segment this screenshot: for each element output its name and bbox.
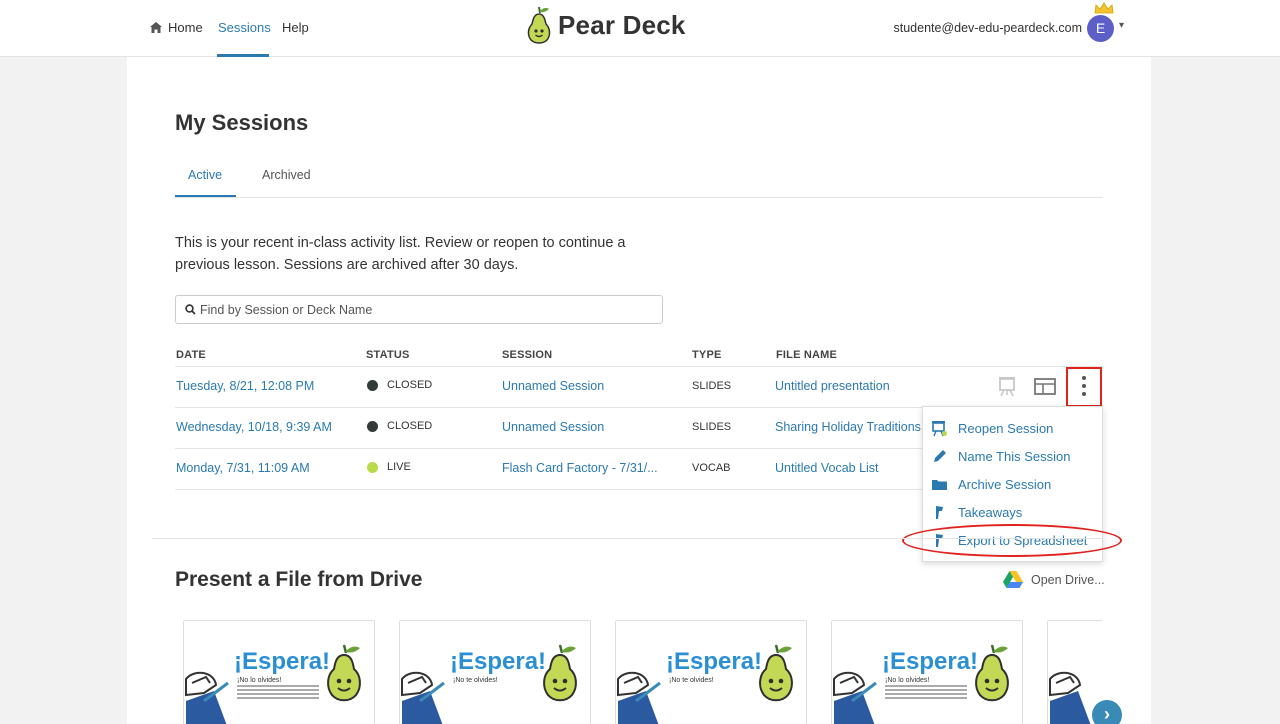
user-email[interactable]: studente@dev-edu-peardeck.com: [894, 21, 1083, 35]
carousel-next-button[interactable]: ›: [1092, 700, 1122, 724]
pear-logo-icon: [527, 6, 551, 44]
status-dot: [367, 379, 378, 391]
thumbnail-content: ¡Espera! ¡No te olvides!: [616, 621, 806, 724]
row-1-session[interactable]: Unnamed Session: [502, 379, 604, 393]
presentation-icon: [931, 420, 948, 437]
row-3-type: VOCAB: [692, 462, 731, 474]
pencil-icon: [931, 448, 948, 465]
column-header-session: SESSION: [502, 349, 553, 361]
pear-character-icon: [185, 671, 229, 724]
thumbnail-fine-print: [237, 685, 319, 705]
avatar[interactable]: E: [1087, 15, 1114, 42]
row-2-file-name[interactable]: Sharing Holiday Traditions: [775, 420, 922, 434]
open-drive-label: Open Drive...: [1031, 572, 1105, 587]
thumbnail-fine-print: [885, 685, 967, 705]
logo-text: Pear Deck: [558, 9, 686, 40]
tab-divider: [175, 197, 1103, 198]
chevron-down-icon[interactable]: ▾: [1119, 20, 1124, 31]
pear-character-icon: [401, 671, 445, 724]
thumbnail-subheading: ¡No te olvides!: [453, 677, 498, 684]
thumbnail-subheading: ¡No lo olvides!: [885, 677, 930, 684]
thumbnail-heading: ¡Espera!: [234, 648, 331, 675]
search-field[interactable]: [175, 295, 663, 324]
nav-sessions-link[interactable]: Sessions: [218, 20, 271, 35]
column-header-status: STATUS: [366, 349, 410, 361]
thumbnail-content: ¡Espera! ¡No lo olvides!: [184, 621, 374, 724]
pear-deck-logo[interactable]: Pear Deck: [526, 5, 686, 45]
row-2-status-label: CLOSED: [387, 420, 433, 432]
row-3-status: LIVE: [367, 461, 411, 473]
row-1-status: CLOSED: [367, 379, 432, 391]
pear-icon: [327, 644, 361, 702]
section-divider: [152, 538, 1103, 539]
row-3-session[interactable]: Flash Card Factory - 7/31/...: [502, 461, 658, 475]
row-1-file-name[interactable]: Untitled presentation: [775, 379, 890, 393]
thumbnail-subheading: ¡No te olvides!: [669, 677, 714, 684]
drive-file-thumbnail[interactable]: ¡Espera! ¡No te olvides!: [615, 620, 807, 724]
row-3-date[interactable]: Monday, 7/31, 11:09 AM: [176, 461, 310, 475]
intro-text: This is your recent in-class activity li…: [175, 235, 626, 273]
row-2-status: CLOSED: [367, 420, 432, 432]
row-1-date[interactable]: Tuesday, 8/21, 12:08 PM: [176, 379, 314, 393]
top-nav-bar: Home Sessions Help Pear Deck studente@de…: [0, 0, 1280, 57]
column-header-type: TYPE: [692, 349, 722, 361]
status-dot: [367, 461, 378, 473]
menu-item-label: Archive Session: [958, 476, 1052, 492]
pear-character-icon: [617, 671, 661, 724]
crown-icon: [1094, 2, 1114, 14]
thumbnail-heading: ¡Espera!: [666, 648, 763, 675]
nav-help-link[interactable]: Help: [282, 20, 309, 35]
folder-icon: [931, 476, 948, 493]
tab-active[interactable]: Active: [188, 168, 222, 182]
pear-character-icon: [833, 671, 877, 724]
pear-icon: [759, 644, 793, 702]
open-drive-link[interactable]: Open Drive...: [1003, 571, 1105, 588]
export-highlight-oval: [902, 524, 1122, 557]
thumbnail-content: ¡Espera! ¡No lo olvides!: [832, 621, 1022, 724]
thumbnail-heading: ¡Espera!: [450, 648, 547, 675]
row-divider: [175, 366, 1103, 367]
drive-file-thumbnail[interactable]: ¡Espera! ¡No lo olvides!: [183, 620, 375, 724]
row-2-type: SLIDES: [692, 421, 732, 433]
row-3-file-name[interactable]: Untitled Vocab List: [775, 461, 879, 475]
menu-item-archive-session[interactable]: Archive Session: [931, 474, 1051, 494]
row-1-status-label: CLOSED: [387, 379, 433, 391]
drive-file-thumbnail[interactable]: ¡Espera! ¡No lo olvides!: [831, 620, 1023, 724]
more-options-icon[interactable]: [1082, 376, 1086, 400]
projector-icon[interactable]: [997, 376, 1017, 398]
nav-home-label: Home: [168, 20, 203, 35]
row-divider: [175, 448, 922, 449]
thumbnail-heading: ¡Espera!: [882, 648, 979, 675]
pear-character-icon: [1049, 671, 1091, 724]
nav-home-link[interactable]: Home: [150, 20, 203, 35]
thumbnail-content: ¡Espera! ¡No te olvides!: [400, 621, 590, 724]
row-1-type: SLIDES: [692, 380, 732, 392]
menu-item-name-session[interactable]: Name This Session: [931, 446, 1070, 466]
pear-icon: [543, 644, 577, 702]
menu-item-takeaways[interactable]: Takeaways: [931, 502, 1022, 522]
column-header-file-name: FILE NAME: [776, 349, 838, 361]
row-2-date[interactable]: Wednesday, 10/18, 9:39 AM: [176, 420, 332, 434]
tab-archived[interactable]: Archived: [262, 168, 311, 182]
google-drive-icon: [1003, 571, 1023, 588]
drive-section-title: Present a File from Drive: [175, 568, 423, 591]
row-2-session[interactable]: Unnamed Session: [502, 420, 604, 434]
column-header-date: DATE: [176, 349, 206, 361]
status-dot: [367, 420, 378, 432]
search-input[interactable]: [200, 302, 640, 317]
menu-item-reopen-session[interactable]: Reopen Session: [931, 418, 1053, 438]
search-icon: [185, 304, 196, 315]
home-icon: [150, 22, 162, 33]
menu-item-label: Name This Session: [958, 448, 1071, 464]
menu-item-label: Reopen Session: [958, 420, 1054, 436]
menu-item-label: Takeaways: [958, 504, 1023, 520]
pear-icon: [975, 644, 1009, 702]
thumbnail-subheading: ¡No lo olvides!: [237, 677, 282, 684]
page-title: My Sessions: [175, 110, 309, 135]
row-3-status-label: LIVE: [387, 461, 411, 473]
drive-file-thumbnail[interactable]: ¡Espera! ¡No te olvides!: [399, 620, 591, 724]
dashboard-icon[interactable]: [1034, 378, 1056, 395]
row-divider: [175, 489, 922, 490]
takeaways-icon: [931, 504, 948, 521]
